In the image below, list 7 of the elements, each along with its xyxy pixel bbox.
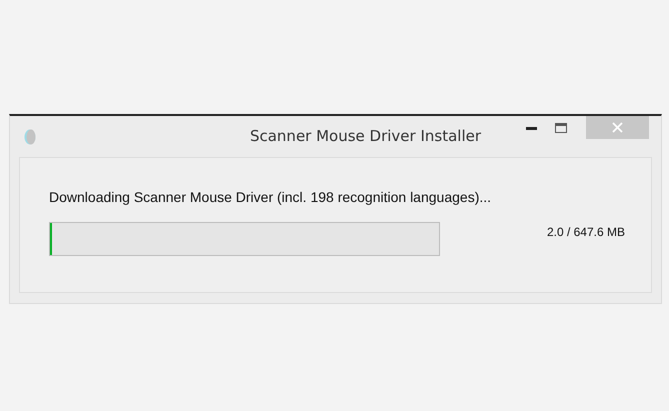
close-icon — [612, 122, 623, 133]
window-title: Scanner Mouse Driver Installer — [248, 127, 482, 145]
download-size: 2.0 / 647.6 MB — [546, 225, 625, 239]
maximize-icon — [555, 123, 567, 133]
mouse-icon — [24, 128, 36, 144]
minimize-icon — [526, 126, 536, 130]
status-message: Downloading Scanner Mouse Driver (incl. 198 recognition languages)... — [49, 189, 492, 205]
